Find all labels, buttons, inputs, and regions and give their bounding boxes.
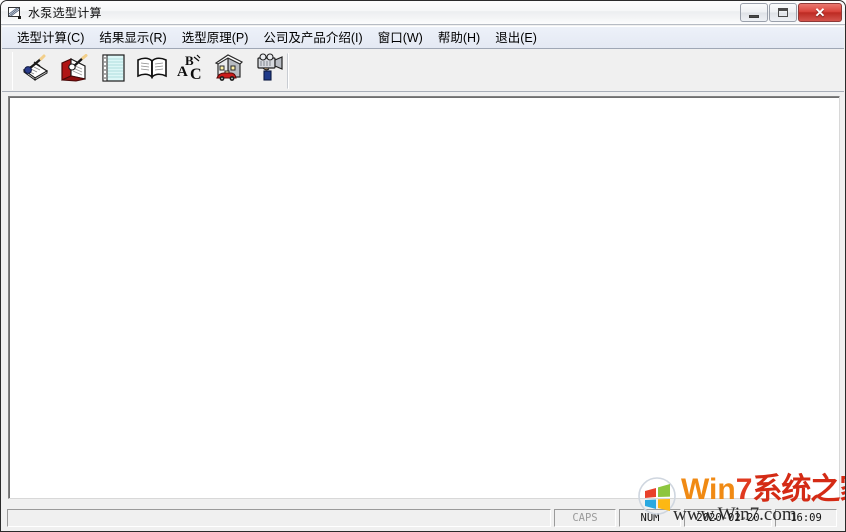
status-caps-indicator: CAPS (554, 509, 616, 527)
menu-exit[interactable]: 退出(E) (488, 28, 545, 48)
svg-text:C: C (190, 66, 202, 83)
menu-selection-principle[interactable]: 选型原理(P) (175, 28, 257, 48)
menu-help[interactable]: 帮助(H) (431, 28, 488, 48)
menu-result-display[interactable]: 结果显示(R) (92, 28, 174, 48)
status-num-indicator: NUM (619, 509, 681, 527)
status-time-pane: 16:09 (775, 509, 837, 527)
house-car-icon (214, 53, 246, 88)
minimize-button[interactable] (740, 3, 768, 22)
open-book-icon (136, 55, 168, 86)
red-book-pen-icon (59, 54, 89, 87)
document-window-icon (7, 5, 23, 21)
minimize-icon (749, 15, 759, 18)
title-bar[interactable]: 水泵选型计算 ✕ (1, 1, 845, 25)
maximize-button[interactable] (769, 3, 797, 22)
menu-selection-calculation[interactable]: 选型计算(C) (10, 28, 92, 48)
toolbar-button-company-intro[interactable] (210, 53, 249, 89)
toolbar: B A C (2, 50, 844, 92)
lined-paper-icon (99, 53, 127, 88)
status-date-pane: 2020-02-20 (684, 509, 772, 527)
application-window: 水泵选型计算 ✕ 选型计算(C) 结果显示(R) 选型原理(P) 公司及产品介绍… (0, 0, 846, 532)
toolbar-button-group: B A C (12, 51, 288, 90)
window-controls: ✕ (739, 2, 842, 23)
abc-letters-icon: B A C (176, 53, 206, 88)
video-camera-icon (253, 53, 285, 88)
toolbar-button-selection-calculation[interactable] (15, 53, 54, 89)
window-title: 水泵选型计算 (28, 5, 102, 20)
svg-text:A: A (177, 64, 188, 80)
toolbar-button-selection-principle[interactable] (132, 53, 171, 89)
maximize-icon (778, 8, 788, 17)
toolbar-button-data-sheet[interactable] (93, 53, 132, 89)
mdi-client-area[interactable] (8, 96, 840, 499)
close-button[interactable]: ✕ (798, 3, 842, 22)
status-message-pane (7, 509, 551, 527)
menu-company-product-intro[interactable]: 公司及产品介绍(I) (256, 28, 370, 48)
status-bar: CAPS NUM 2020-02-20 16:09 (2, 506, 844, 530)
menu-bar: 选型计算(C) 结果显示(R) 选型原理(P) 公司及产品介绍(I) 窗口(W)… (2, 26, 844, 49)
toolbar-button-result-display[interactable] (54, 53, 93, 89)
notepad-pen-icon (20, 54, 50, 87)
menu-window[interactable]: 窗口(W) (371, 28, 431, 48)
toolbar-button-instructions[interactable]: B A C (171, 53, 210, 89)
toolbar-button-product-demo[interactable] (249, 52, 288, 89)
close-icon: ✕ (814, 5, 826, 20)
